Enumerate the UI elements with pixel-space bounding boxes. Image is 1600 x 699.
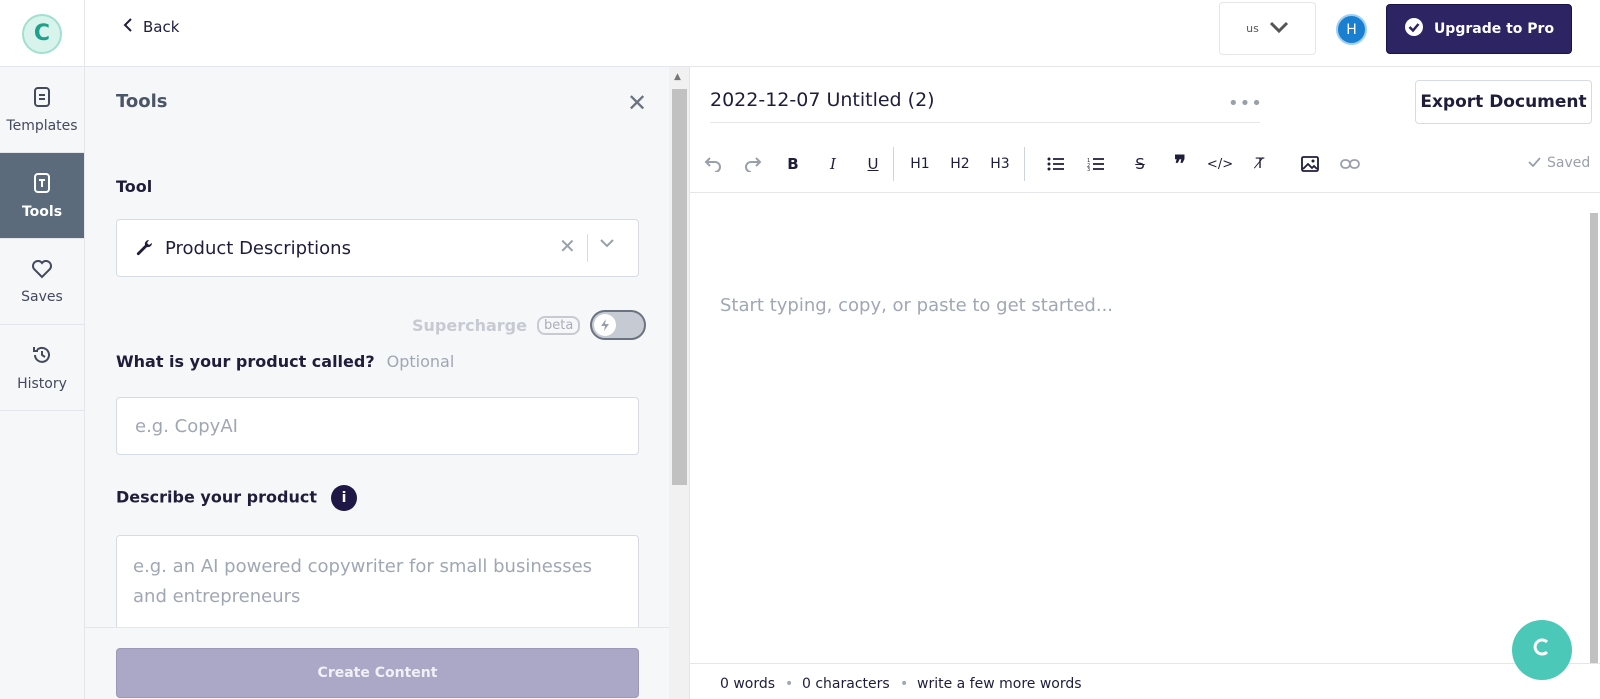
svg-text:3: 3 [1087,167,1090,171]
status-bar: 0 words • 0 characters • write a few mor… [690,663,1600,699]
sidebar-item-label: Templates [6,117,78,134]
create-content-button[interactable]: Create Content [116,648,639,698]
supercharge-toggle[interactable] [590,310,647,340]
back-button[interactable]: Back [123,18,179,36]
logo-cell: C [0,0,85,67]
panel-scrollbar[interactable]: ▲ [669,67,690,699]
quote-icon[interactable]: ❞ [1167,151,1193,177]
code-icon[interactable]: </> [1207,151,1233,177]
heading2-button[interactable]: H2 [947,151,973,177]
heading3-button[interactable]: H3 [987,151,1013,177]
export-document-button[interactable]: Export Document [1415,80,1592,124]
optional-label: Optional [386,352,455,371]
tool-label: Tool [116,177,153,196]
underline-icon[interactable]: U [860,151,886,177]
sidebar-item-label: Tools [21,203,63,220]
verified-badge-icon [1404,17,1424,41]
status-dot: • [900,676,909,692]
side-nav: Templates Tools Saves History [0,67,85,699]
strikethrough-icon[interactable]: S [1127,151,1153,177]
wrench-icon [135,238,155,258]
editor-placeholder[interactable]: Start typing, copy, or paste to get star… [720,295,1113,316]
toolbar-separator [893,147,894,181]
language-value: us [1246,22,1259,35]
tool-select-value: Product Descriptions [165,237,351,259]
chevron-down-icon[interactable] [599,232,615,253]
supercharge-row: Supercharge beta [412,310,647,340]
upgrade-button[interactable]: Upgrade to Pro [1386,4,1572,54]
template-icon [33,86,51,112]
numbered-list-icon[interactable]: 123 [1083,151,1109,177]
product-name-input[interactable] [116,397,639,455]
saved-label: Saved [1547,155,1591,171]
tools-panel: Tools ✕ Tool Product Descriptions ✕ Supe… [85,67,669,699]
redo-icon[interactable] [740,151,766,177]
editor-scrollbar-thumb[interactable] [1590,213,1598,663]
scroll-up-icon[interactable]: ▲ [674,72,681,82]
image-icon[interactable] [1297,151,1323,177]
sidebar-item-label: History [17,375,67,392]
bold-icon[interactable]: B [780,151,806,177]
heart-icon [31,259,53,283]
back-label: Back [143,18,180,36]
character-count: 0 characters [802,676,890,692]
panel-footer: Create Content [85,627,669,699]
clear-icon[interactable]: ✕ [559,234,576,258]
save-status: Saved [1528,155,1590,171]
clear-format-icon[interactable]: T̸ [1247,151,1273,177]
describe-label-text: Describe your product [116,487,317,507]
panel-title: Tools [116,91,168,112]
close-icon[interactable]: ✕ [627,89,647,117]
document-title[interactable]: 2022-12-07 Untitled (2) [710,89,1260,123]
select-separator [587,234,588,262]
app-logo[interactable]: C [22,13,62,54]
sidebar-item-saves[interactable]: Saves [0,239,84,325]
lightning-icon [594,314,617,336]
more-options-icon[interactable]: ••• [1228,93,1263,114]
supercharge-label: Supercharge [412,315,527,335]
chat-logo-icon [1531,636,1553,664]
upgrade-label: Upgrade to Pro [1433,21,1555,37]
link-icon[interactable] [1337,151,1363,177]
describe-product-label: Describe your product i [116,485,357,511]
editor-scrollbar[interactable] [1588,193,1600,663]
bullet-list-icon[interactable] [1043,151,1069,177]
sidebar-item-templates[interactable]: Templates [0,67,84,153]
scrollbar-thumb[interactable] [672,89,687,485]
sidebar-item-tools[interactable]: Tools [0,153,84,239]
sidebar-item-history[interactable]: History [0,325,84,411]
product-name-label-text: What is your product called? [116,352,375,371]
tool-select[interactable]: Product Descriptions ✕ [116,219,639,277]
heading1-button[interactable]: H1 [907,151,933,177]
editor-area: 2022-12-07 Untitled (2) ••• Export Docum… [690,67,1600,699]
history-icon [31,344,53,370]
editor-toolbar: B I U H1 H2 H3 123 S ❞ </> T̸ Saved [690,133,1600,193]
sidebar-item-label: Saves [21,288,63,305]
status-dot: • [785,676,794,692]
tools-icon [33,172,51,198]
user-avatar[interactable]: H [1336,14,1367,45]
info-icon[interactable]: i [330,485,357,511]
status-hint: write a few more words [917,676,1082,692]
product-name-label: What is your product called? Optional [116,352,454,371]
italic-icon[interactable]: I [820,151,846,177]
describe-product-textarea[interactable] [116,535,639,627]
language-selector[interactable]: us [1219,2,1316,55]
beta-badge: beta [536,315,581,335]
toolbar-separator [1024,147,1025,181]
word-count: 0 words [720,676,776,692]
chat-launcher-button[interactable] [1512,620,1572,680]
check-icon [1528,155,1541,171]
undo-icon[interactable] [700,151,726,177]
top-bar: C Back us H Upgrade to Pro [0,0,1600,67]
chevron-left-icon [123,18,133,36]
chevron-down-icon [1269,21,1289,36]
